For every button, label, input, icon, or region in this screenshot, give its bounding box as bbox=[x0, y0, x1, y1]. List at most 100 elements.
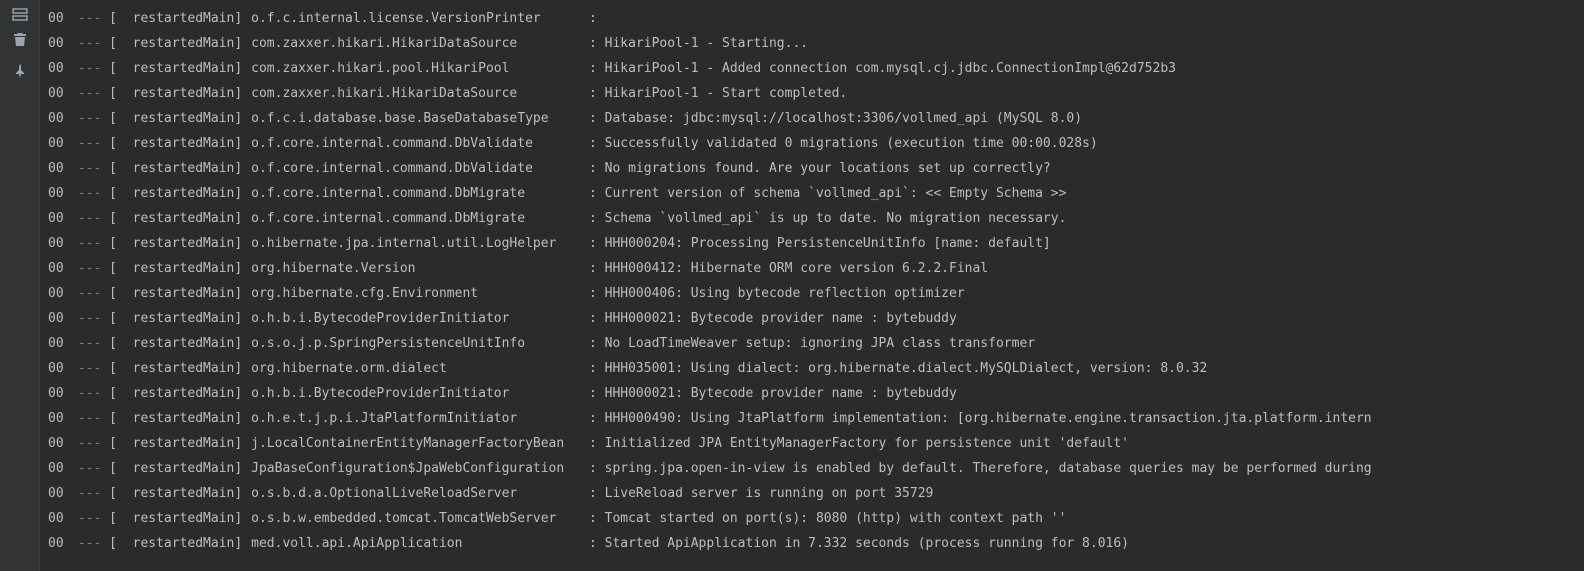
log-logger: com.zaxxer.hikari.pool.HikariPool bbox=[251, 56, 581, 81]
log-separator: --- bbox=[70, 131, 109, 156]
log-logger: o.f.core.internal.command.DbValidate bbox=[251, 156, 581, 181]
log-level: 00 bbox=[48, 306, 70, 331]
log-line: 00 --- [ restartedMain] JpaBaseConfigura… bbox=[40, 456, 1584, 481]
log-separator: --- bbox=[70, 31, 109, 56]
log-level: 00 bbox=[48, 456, 70, 481]
log-message: No migrations found. Are your locations … bbox=[605, 156, 1051, 181]
log-thread: [ restartedMain] bbox=[109, 306, 251, 331]
log-colon: : bbox=[581, 381, 604, 406]
log-colon: : bbox=[581, 106, 604, 131]
log-line: 00 --- [ restartedMain] o.h.b.i.Bytecode… bbox=[40, 381, 1584, 406]
log-logger: com.zaxxer.hikari.HikariDataSource bbox=[251, 81, 581, 106]
log-level: 00 bbox=[48, 156, 70, 181]
log-separator: --- bbox=[70, 531, 109, 556]
log-level: 00 bbox=[48, 531, 70, 556]
log-thread: [ restartedMain] bbox=[109, 406, 251, 431]
log-line: 00 --- [ restartedMain] med.voll.api.Api… bbox=[40, 531, 1584, 556]
log-logger: o.h.b.i.BytecodeProviderInitiator bbox=[251, 306, 581, 331]
log-thread: [ restartedMain] bbox=[109, 156, 251, 181]
log-line: 00 --- [ restartedMain] j.LocalContainer… bbox=[40, 431, 1584, 456]
log-colon: : bbox=[581, 456, 604, 481]
log-thread: [ restartedMain] bbox=[109, 431, 251, 456]
log-logger: o.f.c.i.database.base.BaseDatabaseType bbox=[251, 106, 581, 131]
log-message: HHH000021: Bytecode provider name : byte… bbox=[605, 306, 957, 331]
log-message: spring.jpa.open-in-view is enabled by de… bbox=[605, 456, 1372, 481]
log-line: 00 --- [ restartedMain] o.s.b.d.a.Option… bbox=[40, 481, 1584, 506]
log-colon: : bbox=[581, 31, 604, 56]
log-colon: : bbox=[581, 156, 604, 181]
log-logger: o.s.o.j.p.SpringPersistenceUnitInfo bbox=[251, 331, 581, 356]
log-colon: : bbox=[581, 181, 604, 206]
log-level: 00 bbox=[48, 31, 70, 56]
log-logger: j.LocalContainerEntityManagerFactoryBean bbox=[251, 431, 581, 456]
log-logger: med.voll.api.ApiApplication bbox=[251, 531, 581, 556]
log-line: 00 --- [ restartedMain] o.h.b.i.Bytecode… bbox=[40, 306, 1584, 331]
pin-icon[interactable] bbox=[11, 62, 29, 80]
log-colon: : bbox=[581, 231, 604, 256]
log-colon: : bbox=[581, 331, 604, 356]
log-separator: --- bbox=[70, 381, 109, 406]
log-thread: [ restartedMain] bbox=[109, 381, 251, 406]
log-thread: [ restartedMain] bbox=[109, 481, 251, 506]
log-message: HikariPool-1 - Start completed. bbox=[605, 81, 848, 106]
log-separator: --- bbox=[70, 431, 109, 456]
log-level: 00 bbox=[48, 56, 70, 81]
log-level: 00 bbox=[48, 381, 70, 406]
log-line: 00 --- [ restartedMain] com.zaxxer.hikar… bbox=[40, 56, 1584, 81]
log-message: HikariPool-1 - Added connection com.mysq… bbox=[605, 56, 1176, 81]
log-colon: : bbox=[581, 431, 604, 456]
log-message: HHH000021: Bytecode provider name : byte… bbox=[605, 381, 957, 406]
log-message: Initialized JPA EntityManagerFactory for… bbox=[605, 431, 1129, 456]
log-line: 00 --- [ restartedMain] com.zaxxer.hikar… bbox=[40, 31, 1584, 56]
log-level: 00 bbox=[48, 406, 70, 431]
log-thread: [ restartedMain] bbox=[109, 31, 251, 56]
log-level: 00 bbox=[48, 281, 70, 306]
log-logger: o.f.c.internal.license.VersionPrinter bbox=[251, 6, 581, 31]
log-logger: o.f.core.internal.command.DbMigrate bbox=[251, 181, 581, 206]
log-level: 00 bbox=[48, 231, 70, 256]
log-colon: : bbox=[581, 306, 604, 331]
log-level: 00 bbox=[48, 481, 70, 506]
log-line: 00 --- [ restartedMain] o.f.core.interna… bbox=[40, 156, 1584, 181]
log-thread: [ restartedMain] bbox=[109, 181, 251, 206]
log-thread: [ restartedMain] bbox=[109, 6, 251, 31]
log-separator: --- bbox=[70, 106, 109, 131]
log-colon: : bbox=[581, 206, 604, 231]
log-output[interactable]: 00 --- [ restartedMain] o.f.c.internal.l… bbox=[40, 0, 1584, 571]
log-level: 00 bbox=[48, 6, 70, 31]
log-message: HHH000406: Using bytecode reflection opt… bbox=[605, 281, 965, 306]
log-level: 00 bbox=[48, 356, 70, 381]
log-separator: --- bbox=[70, 256, 109, 281]
log-message: Schema `vollmed_api` is up to date. No m… bbox=[605, 206, 1067, 231]
log-logger: JpaBaseConfiguration$JpaWebConfiguration bbox=[251, 456, 581, 481]
log-colon: : bbox=[581, 481, 604, 506]
log-separator: --- bbox=[70, 81, 109, 106]
log-line: 00 --- [ restartedMain] o.s.o.j.p.Spring… bbox=[40, 331, 1584, 356]
log-thread: [ restartedMain] bbox=[109, 356, 251, 381]
log-level: 00 bbox=[48, 256, 70, 281]
trash-icon[interactable] bbox=[11, 30, 29, 48]
log-message: HHH000204: Processing PersistenceUnitInf… bbox=[605, 231, 1051, 256]
log-line: 00 --- [ restartedMain] o.f.c.i.database… bbox=[40, 106, 1584, 131]
log-level: 00 bbox=[48, 431, 70, 456]
log-logger: o.hibernate.jpa.internal.util.LogHelper bbox=[251, 231, 581, 256]
log-line: 00 --- [ restartedMain] o.f.core.interna… bbox=[40, 181, 1584, 206]
log-line: 00 --- [ restartedMain] o.f.c.internal.l… bbox=[40, 6, 1584, 31]
log-level: 00 bbox=[48, 131, 70, 156]
soft-wrap-icon[interactable] bbox=[11, 6, 29, 24]
log-line: 00 --- [ restartedMain] o.h.e.t.j.p.i.Jt… bbox=[40, 406, 1584, 431]
log-colon: : bbox=[581, 531, 604, 556]
log-logger: org.hibernate.cfg.Environment bbox=[251, 281, 581, 306]
log-logger: com.zaxxer.hikari.HikariDataSource bbox=[251, 31, 581, 56]
log-colon: : bbox=[581, 506, 604, 531]
log-message: HHH035001: Using dialect: org.hibernate.… bbox=[605, 356, 1208, 381]
log-colon: : bbox=[581, 81, 604, 106]
log-level: 00 bbox=[48, 206, 70, 231]
log-thread: [ restartedMain] bbox=[109, 331, 251, 356]
log-thread: [ restartedMain] bbox=[109, 106, 251, 131]
log-separator: --- bbox=[70, 281, 109, 306]
log-separator: --- bbox=[70, 481, 109, 506]
log-message: Database: jdbc:mysql://localhost:3306/vo… bbox=[605, 106, 1082, 131]
log-message: Successfully validated 0 migrations (exe… bbox=[605, 131, 1098, 156]
log-colon: : bbox=[581, 131, 604, 156]
